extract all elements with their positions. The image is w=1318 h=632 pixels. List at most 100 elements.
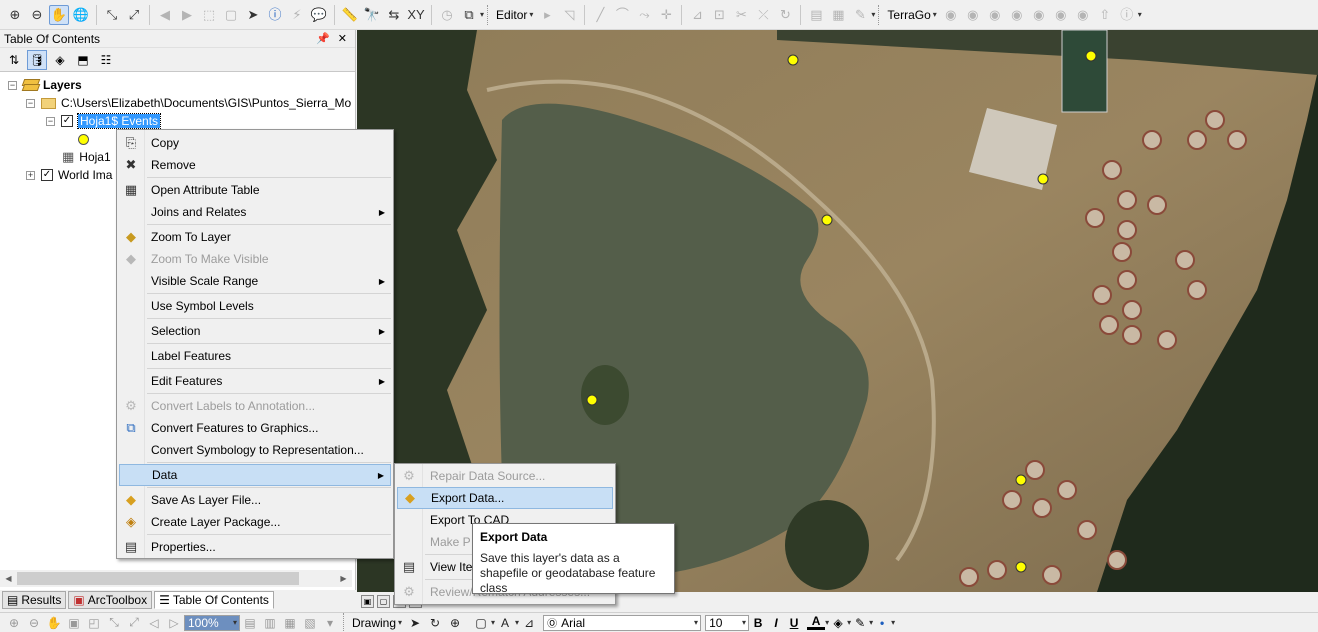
edit-vertices-icon[interactable]: ⊿ — [687, 5, 707, 25]
menu-item-visible-scale-range[interactable]: Visible Scale Range ▶ — [119, 270, 391, 292]
tree-item-world-imagery[interactable]: + ✓ World Ima — [26, 166, 112, 184]
fixed-zoom-in-icon[interactable]: ⤡ — [102, 5, 122, 25]
menu-item-zoom-to-make-visible[interactable]: ◆ Zoom To Make Visible — [119, 248, 391, 270]
terrago-info-icon[interactable]: ⓘ — [1117, 5, 1137, 25]
toc-options-icon[interactable]: ☷ — [96, 50, 116, 70]
full-extent-globe-icon[interactable]: 🌐 — [71, 5, 91, 25]
split-icon[interactable]: ⤫ — [753, 5, 773, 25]
marker-color-icon[interactable]: • — [873, 615, 891, 631]
time-slider-icon[interactable]: ◷ — [437, 5, 457, 25]
point-icon[interactable]: ✛ — [656, 5, 676, 25]
font-size-select[interactable]: 10 ▾ — [705, 614, 750, 631]
editor-menu[interactable]: Editor ▾ — [493, 8, 536, 22]
drawing-menu[interactable]: Drawing ▾ — [349, 616, 405, 630]
text-tool-icon[interactable]: A — [496, 615, 514, 631]
html-popup-icon[interactable]: 💬 — [309, 5, 329, 25]
rectangle-tool-icon[interactable]: ▢ — [472, 615, 490, 631]
chevron-down-icon[interactable]: ▾ — [891, 618, 895, 627]
close-icon[interactable]: ✕ — [338, 32, 347, 45]
tab-table-of-contents[interactable]: ☰ Table Of Contents — [154, 591, 274, 609]
reshape-icon[interactable]: ⊡ — [709, 5, 729, 25]
prev-extent-icon[interactable]: ◁ — [145, 615, 163, 631]
identify-icon[interactable]: ⓘ — [265, 5, 285, 25]
collapse-icon[interactable]: − — [26, 98, 35, 108]
toolbar-overflow-icon[interactable]: ▾ — [321, 615, 339, 631]
menu-item-selection[interactable]: Selection ▶ — [119, 320, 391, 342]
collapse-icon[interactable]: − — [8, 80, 17, 90]
menu-item-repair-data-source[interactable]: ⚙ Repair Data Source... — [397, 465, 613, 487]
find-binoculars-icon[interactable]: 🔭 — [362, 5, 382, 25]
toolbar-grip[interactable] — [487, 4, 490, 25]
create-features-icon[interactable]: ✎ — [850, 5, 870, 25]
select-elements-icon[interactable]: ➤ — [406, 615, 424, 631]
toolbar-grip[interactable] — [343, 612, 346, 632]
underline-button[interactable]: U — [785, 615, 803, 631]
menu-item-convert-symbology[interactable]: Convert Symbology to Representation... — [119, 439, 391, 461]
tree-label-events-layer[interactable]: Hoja1$ Events — [76, 113, 162, 129]
hyperlink-icon[interactable]: ⚡ — [287, 5, 307, 25]
list-by-drawing-order-icon[interactable]: ⇅ — [4, 50, 24, 70]
menu-item-convert-labels[interactable]: ⚙ Convert Labels to Annotation... — [119, 395, 391, 417]
data-view-icon[interactable]: ▣ — [361, 594, 374, 608]
tree-item-layers[interactable]: − Layers — [8, 76, 82, 94]
italic-button[interactable]: I — [767, 615, 785, 631]
tree-item-events-layer[interactable]: − ✓ Hoja1$ Events — [46, 112, 162, 130]
layout-pan-icon[interactable]: ✋ — [45, 615, 63, 631]
attributes-icon[interactable]: ▤ — [806, 5, 826, 25]
layout-view-icon[interactable]: ▢ — [377, 594, 390, 608]
font-name-select[interactable]: Ⓞ Arial ▾ — [543, 614, 702, 631]
zoom-whole-page-icon[interactable]: ▣ — [65, 615, 83, 631]
straight-segment-icon[interactable]: ╱ — [590, 5, 610, 25]
scroll-right-icon[interactable]: ▶ — [335, 574, 352, 583]
edit-annotation-icon[interactable]: ◹ — [559, 5, 579, 25]
toolbar-grip[interactable] — [878, 4, 881, 25]
toc-horizontal-scrollbar[interactable]: ◀ ▶ — [0, 570, 352, 587]
clear-selection-icon[interactable]: ▢ — [221, 5, 241, 25]
zoom-to-selected-icon[interactable]: ⊕ — [446, 615, 464, 631]
expand-icon[interactable]: + — [26, 170, 35, 180]
find-route-icon[interactable]: ⇆ — [384, 5, 404, 25]
toolbar-overflow-icon[interactable]: ▾ — [871, 10, 875, 19]
measure-icon[interactable]: 📏 — [340, 5, 360, 25]
data-driven-pages-icon[interactable]: ▧ — [301, 615, 319, 631]
terrago-tool-7-icon[interactable]: ◉ — [1073, 5, 1093, 25]
bold-button[interactable]: B — [749, 615, 767, 631]
menu-item-joins-relates[interactable]: Joins and Relates ▶ — [119, 201, 391, 223]
menu-item-properties[interactable]: ▤ Properties... — [119, 536, 391, 558]
scrollbar-thumb[interactable] — [17, 572, 299, 585]
tree-item-folder-path[interactable]: − C:\Users\Elizabeth\Documents\GIS\Punto… — [26, 94, 351, 112]
terrago-tool-2-icon[interactable]: ◉ — [963, 5, 983, 25]
toolbar-overflow-icon[interactable]: ▾ — [480, 10, 484, 19]
terrago-tool-4-icon[interactable]: ◉ — [1007, 5, 1027, 25]
rotate-icon[interactable]: ↻ — [775, 5, 795, 25]
toggle-draft-icon[interactable]: ▤ — [241, 615, 259, 631]
select-features-icon[interactable]: ⬚ — [199, 5, 219, 25]
menu-item-export-data[interactable]: ◆ Export Data... — [397, 487, 613, 509]
zoom-out-icon[interactable]: ⊖ — [27, 5, 47, 25]
terrago-tool-5-icon[interactable]: ◉ — [1029, 5, 1049, 25]
zoom-in-icon[interactable]: ⊕ — [5, 5, 25, 25]
layer-visibility-checkbox[interactable]: ✓ — [41, 169, 53, 181]
fixed-zoom-out-icon[interactable]: ⤢ — [124, 5, 144, 25]
pin-icon[interactable]: 📌 — [316, 32, 330, 45]
font-color-button[interactable]: A — [807, 614, 826, 630]
menu-item-create-layer-package[interactable]: ◈ Create Layer Package... — [119, 511, 391, 533]
go-to-xy-icon[interactable]: XY — [406, 5, 426, 25]
chevron-down-icon[interactable]: ▾ — [515, 618, 519, 627]
edit-vertices-icon[interactable]: ⊿ — [520, 615, 538, 631]
menu-item-edit-features[interactable]: Edit Features ▶ — [119, 370, 391, 392]
list-by-selection-icon[interactable]: ⬒ — [73, 50, 93, 70]
end-point-arc-icon[interactable]: ⌒ — [612, 5, 632, 25]
fixed-zoom-in-layout-icon[interactable]: ⤡ — [105, 615, 123, 631]
fill-color-icon[interactable]: ◈ — [829, 615, 847, 631]
scroll-left-icon[interactable]: ◀ — [0, 574, 17, 583]
layout-zoom-out-icon[interactable]: ⊖ — [25, 615, 43, 631]
layer-visibility-checkbox[interactable]: ✓ — [61, 115, 73, 127]
tree-item-table[interactable]: ▦ Hoja1 — [62, 148, 111, 166]
change-layout-icon[interactable]: ▦ — [281, 615, 299, 631]
tab-arctoolbox[interactable]: ▣ ArcToolbox — [68, 591, 153, 609]
list-by-source-icon[interactable]: 🛢 — [27, 49, 47, 70]
trace-icon[interactable]: ⤳ — [634, 5, 654, 25]
layout-zoom-in-icon[interactable]: ⊕ — [5, 615, 23, 631]
menu-item-remove[interactable]: ✖ Remove — [119, 154, 391, 176]
